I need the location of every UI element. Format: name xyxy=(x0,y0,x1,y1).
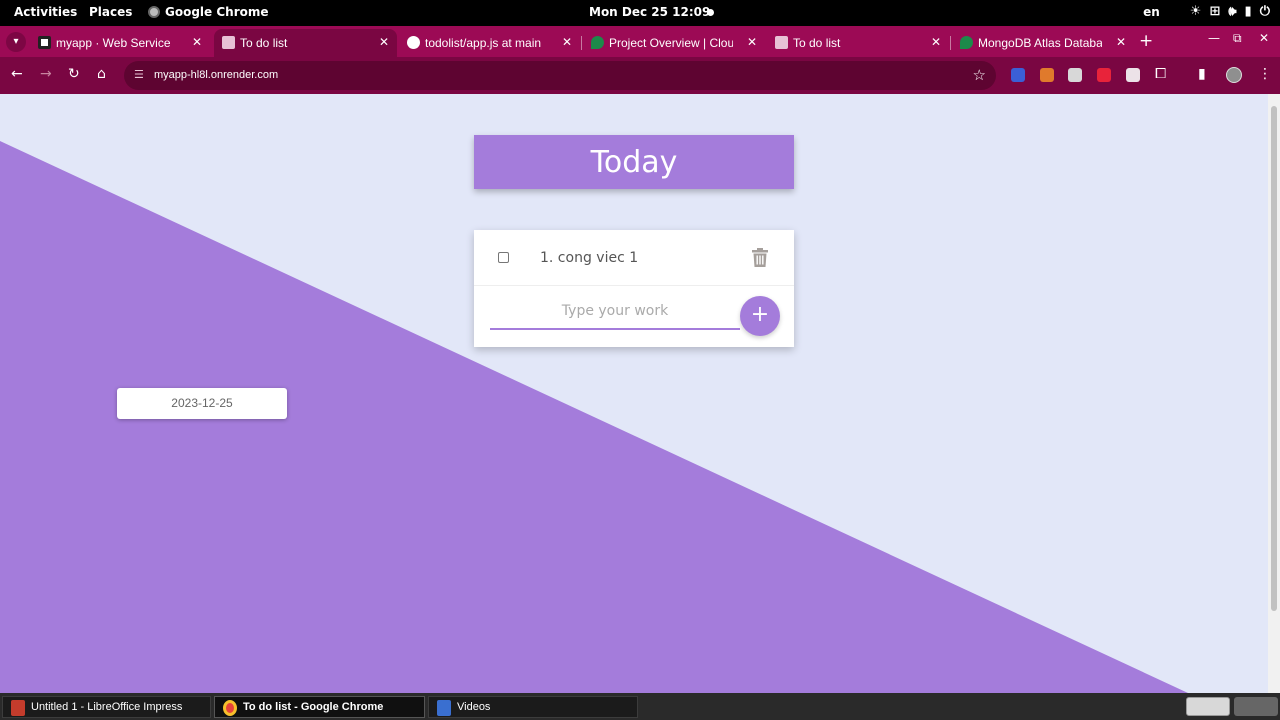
libreoffice-impress-icon xyxy=(11,700,25,716)
forward-arrow-icon[interactable]: → xyxy=(40,66,52,82)
system-tray[interactable]: en ☀ ⊞ 🕪 ▮ ⏻ xyxy=(1143,4,1270,19)
browser-toolbar: ← → ↻ ⌂ ☰ myapp-hl8l.onrender.com ☆ ⧠ ▮ … xyxy=(0,57,1280,94)
tab-myapp[interactable]: myapp · Web Service ✕ xyxy=(30,29,210,57)
close-icon[interactable]: ✕ xyxy=(931,35,941,49)
side-panel-icon[interactable]: ▮ xyxy=(1198,66,1206,82)
minimize-icon[interactable]: — xyxy=(1208,31,1220,45)
tab-title: todolist/app.js at main xyxy=(425,36,542,50)
url-text[interactable]: myapp-hl8l.onrender.com xyxy=(154,69,278,81)
extensions-puzzle-icon[interactable]: ⧠ xyxy=(1155,66,1166,82)
close-icon[interactable]: ✕ xyxy=(747,35,757,49)
new-work-input[interactable] xyxy=(490,294,740,328)
tab-title: MongoDB Atlas Databa xyxy=(978,36,1102,50)
tab-separator xyxy=(950,36,951,50)
brightness-icon: ☀ xyxy=(1189,4,1202,19)
battery-icon: ▮ xyxy=(1244,4,1252,19)
tab-separator xyxy=(581,36,582,50)
close-icon[interactable]: ✕ xyxy=(192,35,202,49)
system-top-bar: Activities Places Google Chrome Mon Dec … xyxy=(0,0,1280,26)
volume-icon: 🕪 xyxy=(1228,4,1237,19)
language-indicator[interactable]: en xyxy=(1143,5,1160,19)
document-favicon-icon xyxy=(775,36,788,49)
tab-title: To do list xyxy=(240,36,288,50)
taskbar-item-chrome[interactable]: To do list - Google Chrome xyxy=(214,696,425,718)
address-bar[interactable]: ☰ myapp-hl8l.onrender.com ☆ xyxy=(124,61,996,90)
restore-icon[interactable]: ⧉ xyxy=(1233,31,1242,46)
extension-tool-icon[interactable] xyxy=(1126,68,1140,82)
taskbar-item-label: To do list - Google Chrome xyxy=(243,701,384,713)
document-favicon-icon xyxy=(222,36,235,49)
trash-icon[interactable] xyxy=(752,248,768,267)
network-icon: ⊞ xyxy=(1209,4,1221,19)
videos-icon xyxy=(437,700,451,716)
tab-github[interactable]: todolist/app.js at main ✕ xyxy=(399,29,580,57)
web-page: Today 1. cong viec 1 + 2023-12-25 xyxy=(0,94,1280,693)
tab-title: Project Overview | Clou xyxy=(609,36,733,50)
chrome-icon xyxy=(148,6,160,18)
tab-strip: ▾ myapp · Web Service ✕ To do list ✕ tod… xyxy=(0,26,1280,57)
places-menu[interactable]: Places xyxy=(89,5,132,19)
app-menu[interactable]: Google Chrome xyxy=(148,5,269,19)
tab-search-button[interactable]: ▾ xyxy=(6,32,26,52)
taskbar: Untitled 1 - LibreOffice Impress To do l… xyxy=(0,693,1280,720)
new-tab-button[interactable]: + xyxy=(1139,31,1153,51)
site-info-icon[interactable]: ☰ xyxy=(134,68,144,81)
extension-d-icon[interactable] xyxy=(1011,68,1025,82)
mongodb-leaf-icon xyxy=(591,36,604,49)
todo-checkbox[interactable] xyxy=(498,252,509,263)
close-icon[interactable]: ✕ xyxy=(379,35,389,49)
tab-title: myapp · Web Service xyxy=(56,36,171,50)
bookmark-star-icon[interactable]: ☆ xyxy=(973,66,986,84)
metamask-icon[interactable] xyxy=(1040,68,1054,82)
taskbar-item-videos[interactable]: Videos xyxy=(428,696,638,718)
tab-project-overview[interactable]: Project Overview | Clou ✕ xyxy=(583,29,765,57)
chrome-icon xyxy=(223,700,237,716)
todo-item: 1. cong viec 1 xyxy=(474,230,794,286)
extension-video-icon[interactable] xyxy=(1097,68,1111,82)
menu-kebab-icon[interactable]: ⋮ xyxy=(1258,66,1272,82)
tab-todo[interactable]: To do list ✕ xyxy=(767,29,949,57)
workspace-2[interactable] xyxy=(1234,697,1278,716)
clock[interactable]: Mon Dec 25 12:09 xyxy=(589,5,710,19)
todo-item-text: 1. cong viec 1 xyxy=(540,250,639,266)
date-display[interactable]: 2023-12-25 xyxy=(117,388,287,419)
window-close-icon[interactable]: ✕ xyxy=(1259,31,1269,45)
activities-button[interactable]: Activities xyxy=(14,5,77,19)
taskbar-item-label: Videos xyxy=(457,701,491,713)
new-work-input-wrapper xyxy=(490,294,740,330)
app-menu-label: Google Chrome xyxy=(165,5,269,19)
back-arrow-icon[interactable]: ← xyxy=(11,66,23,82)
tab-mongodb-atlas[interactable]: MongoDB Atlas Databa ✕ xyxy=(952,29,1134,57)
github-favicon-icon xyxy=(407,36,420,49)
reload-icon[interactable]: ↻ xyxy=(68,66,80,82)
render-favicon-icon xyxy=(38,36,51,49)
page-title: Today xyxy=(474,135,794,189)
close-icon[interactable]: ✕ xyxy=(562,35,572,49)
taskbar-item-label: Untitled 1 - LibreOffice Impress xyxy=(31,701,183,713)
tab-todo-active[interactable]: To do list ✕ xyxy=(214,29,397,57)
scrollbar-thumb[interactable] xyxy=(1271,106,1277,611)
notification-dot xyxy=(707,9,714,16)
add-button[interactable]: + xyxy=(740,296,780,336)
scrollbar[interactable] xyxy=(1268,94,1280,693)
mongodb-leaf-icon xyxy=(960,36,973,49)
close-icon[interactable]: ✕ xyxy=(1116,35,1126,49)
workspace-1[interactable] xyxy=(1186,697,1230,716)
tab-title: To do list xyxy=(793,36,841,50)
extension-glasses-icon[interactable] xyxy=(1068,68,1082,82)
taskbar-item-impress[interactable]: Untitled 1 - LibreOffice Impress xyxy=(2,696,211,718)
home-icon[interactable]: ⌂ xyxy=(97,66,106,82)
profile-avatar[interactable] xyxy=(1226,67,1242,83)
power-icon[interactable]: ⏻ xyxy=(1260,4,1270,19)
todo-card: 1. cong viec 1 + xyxy=(474,230,794,347)
